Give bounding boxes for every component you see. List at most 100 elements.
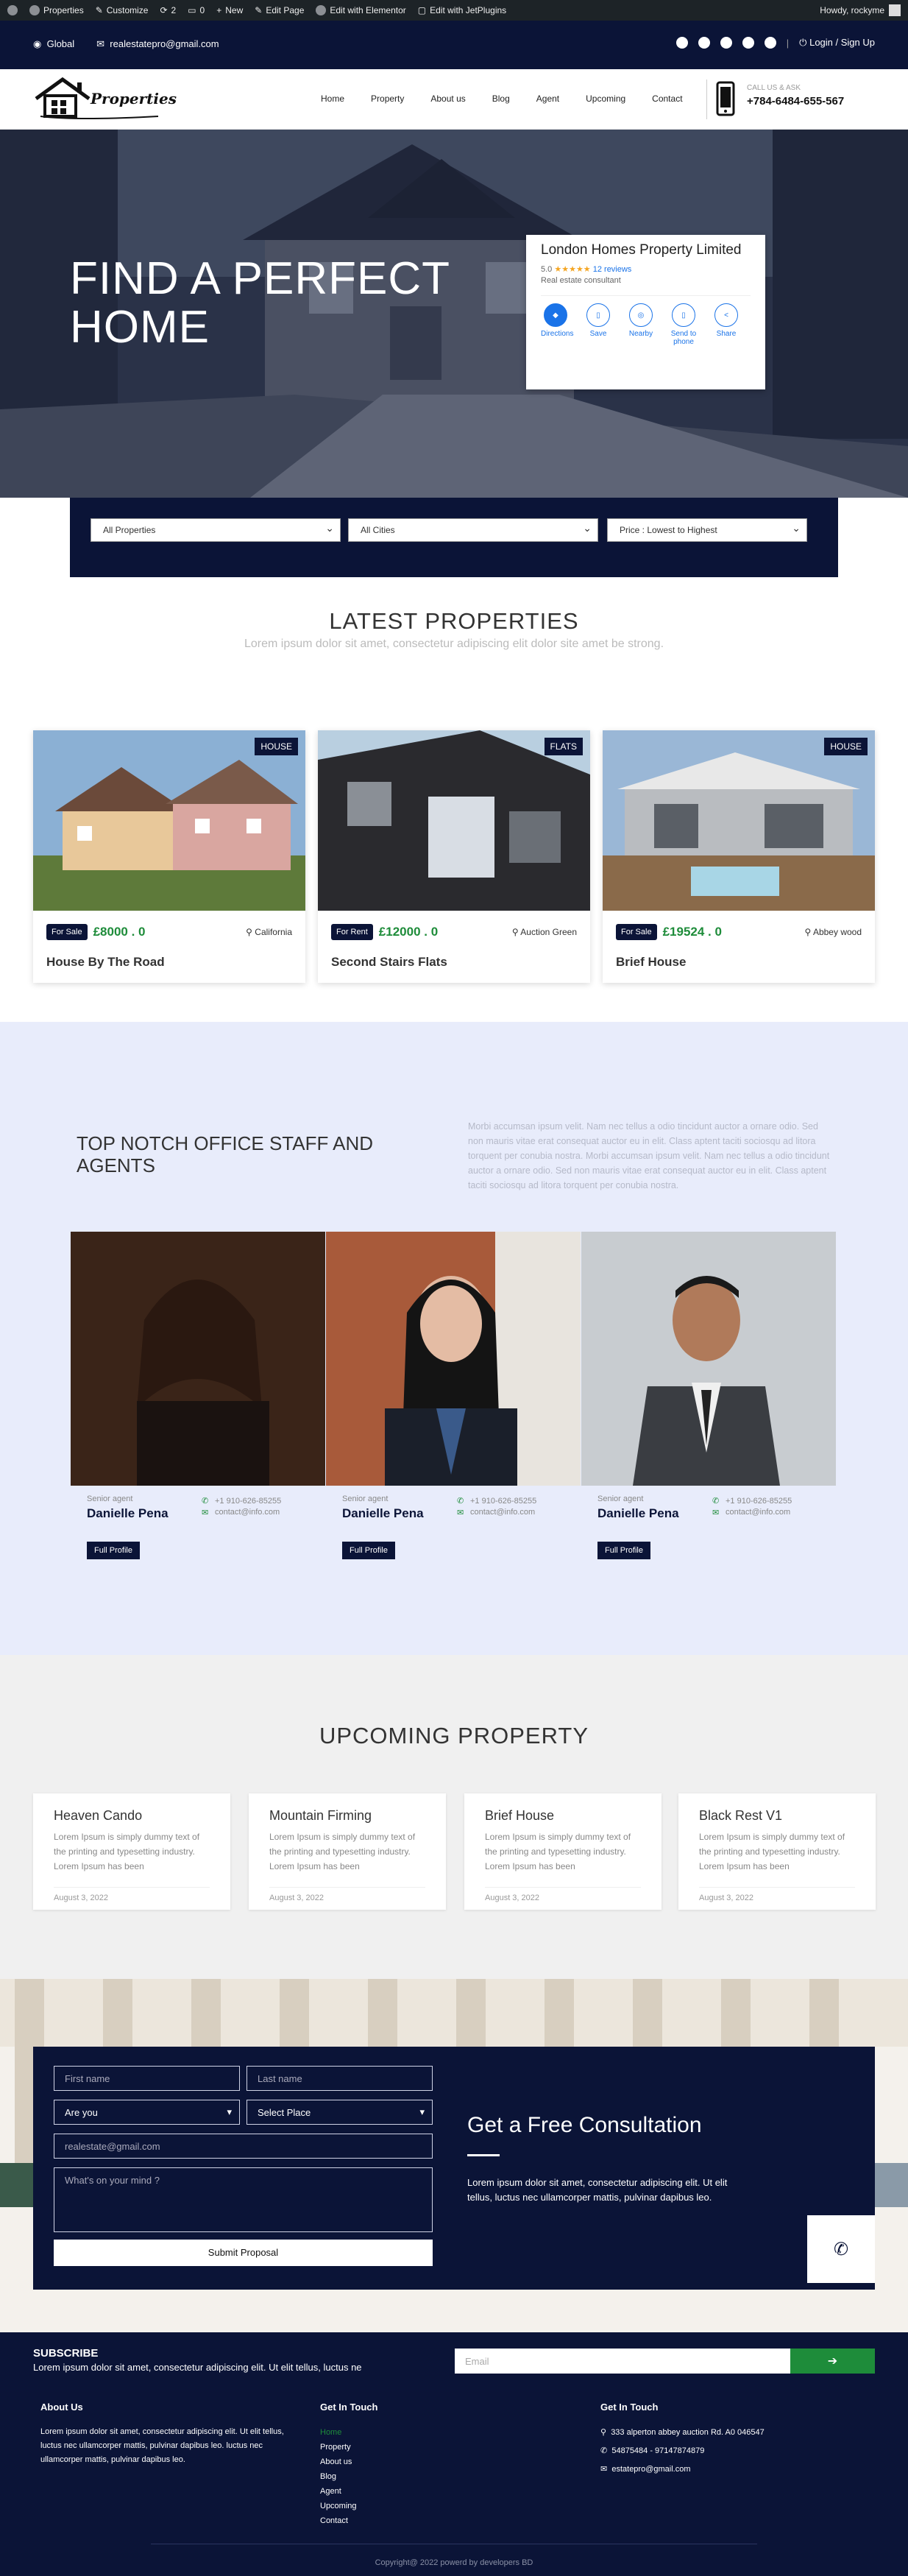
first-name-input[interactable]: First name	[54, 2066, 240, 2091]
call-button[interactable]: ✆	[807, 2215, 875, 2283]
directions-button[interactable]: ◆ Directions	[541, 303, 573, 346]
site-logo[interactable]: Properties	[33, 74, 177, 122]
message-textarea[interactable]: What's on your mind ?	[54, 2167, 433, 2232]
upcoming-date: August 3, 2022	[699, 1887, 855, 1902]
email-link[interactable]: ✉ realestatepro@gmail.com	[96, 38, 219, 50]
footer-link-blog[interactable]: Blog	[320, 2469, 467, 2484]
property-type-select[interactable]: All Properties	[91, 518, 341, 542]
property-name[interactable]: Brief House	[603, 940, 875, 984]
nav-contact[interactable]: Contact	[652, 93, 682, 104]
save-button[interactable]: ▯ Save	[584, 303, 613, 346]
subscribe-text: Lorem ipsum dolor sit amet, consectetur …	[33, 2362, 362, 2373]
reviews-link[interactable]: 12 reviews	[593, 265, 632, 274]
twitter-icon[interactable]	[698, 37, 710, 49]
login-label: Login / Sign Up	[809, 37, 875, 48]
wordpress-icon[interactable]	[7, 5, 18, 15]
admin-comments-link[interactable]: ▭ 0	[188, 5, 205, 15]
footer-link-home[interactable]: Home	[320, 2425, 467, 2440]
email-label: realestatepro@gmail.com	[110, 38, 219, 49]
property-card[interactable]: HOUSE For Sale £8000 . 0 ⚲ California Hous…	[33, 730, 305, 983]
pencil-icon: ✎	[255, 5, 263, 15]
card-rating: 5.0 ★★★★★ 12 reviews	[541, 264, 751, 274]
rating-stars: ★★★★★	[554, 265, 591, 274]
property-type-tag: HOUSE	[824, 738, 868, 755]
property-card[interactable]: HOUSE For Sale £19524 . 0 ⚲ Abbey wood Bri…	[603, 730, 875, 983]
property-card[interactable]: FLATS For Rent £12000 . 0 ⚲ Auction Green …	[318, 730, 590, 983]
phone-icon: ✆	[712, 1497, 720, 1506]
upcoming-card[interactable]: Brief House Lorem Ipsum is simply dummy t…	[464, 1793, 662, 1910]
plus-icon: +	[216, 5, 222, 15]
footer-about-title: About Us	[40, 2402, 83, 2413]
instagram-icon[interactable]	[742, 37, 754, 49]
footer-links-title: Get In Touch	[320, 2402, 378, 2413]
nav-about[interactable]: About us	[430, 93, 465, 104]
phone-icon: ✆	[202, 1497, 209, 1506]
admin-elementor-link[interactable]: Edit with Elementor	[316, 5, 406, 15]
full-profile-button[interactable]: Full Profile	[342, 1542, 395, 1559]
agent-email[interactable]: contact@info.com	[470, 1508, 535, 1517]
city-select[interactable]: All Cities	[348, 518, 598, 542]
nav-blog[interactable]: Blog	[492, 93, 510, 104]
are-you-select[interactable]: Are you	[54, 2100, 240, 2125]
agent-card: Senior agent Danielle Pena ✆ +1 910-626-…	[326, 1232, 581, 1570]
call-box[interactable]: CALL US & ASK +784-6484-655-567	[706, 80, 854, 119]
envelope-icon: ✉	[712, 1508, 720, 1517]
footer-link-property[interactable]: Property	[320, 2440, 467, 2455]
hero-title: FIND A PERFECT HOME	[70, 255, 450, 352]
envelope-icon: ✉	[96, 38, 105, 49]
admin-new-link[interactable]: + New	[216, 5, 243, 15]
price-sort-select[interactable]: Price : Lowest to Highest	[607, 518, 807, 542]
submit-proposal-button[interactable]: Submit Proposal	[54, 2240, 433, 2266]
upcoming-date: August 3, 2022	[485, 1887, 641, 1902]
nav-agent[interactable]: Agent	[536, 93, 559, 104]
nav-home[interactable]: Home	[321, 93, 344, 104]
footer-link-about[interactable]: About us	[320, 2455, 467, 2469]
nav-upcoming[interactable]: Upcoming	[586, 93, 625, 104]
share-button[interactable]: < Share	[712, 303, 741, 346]
place-select[interactable]: Select Place	[246, 2100, 433, 2125]
upcoming-date: August 3, 2022	[54, 1887, 210, 1902]
agent-phone[interactable]: +1 910-626-85255	[215, 1497, 281, 1506]
agent-role: Senior agent	[87, 1495, 133, 1503]
login-link[interactable]: ⏻ Login / Sign Up	[799, 37, 875, 49]
property-name[interactable]: Second Stairs Flats	[318, 940, 590, 984]
admin-jetplugins-link[interactable]: ▢ Edit with JetPlugins	[418, 5, 506, 15]
agent-phone[interactable]: +1 910-626-85255	[726, 1497, 792, 1506]
upcoming-name: Heaven Cando	[54, 1808, 143, 1823]
upcoming-card[interactable]: Heaven Cando Lorem Ipsum is simply dummy …	[33, 1793, 230, 1910]
subscribe-email-input[interactable]: Email	[455, 2349, 790, 2374]
admin-edit-page-link[interactable]: ✎ Edit Page	[255, 5, 304, 15]
last-name-input[interactable]: Last name	[246, 2066, 433, 2091]
card-business-name[interactable]: London Homes Property Limited	[541, 241, 751, 260]
full-profile-button[interactable]: Full Profile	[597, 1542, 650, 1559]
upcoming-card[interactable]: Black Rest V1 Lorem Ipsum is simply dummy…	[678, 1793, 876, 1910]
property-name[interactable]: House By The Road	[33, 940, 305, 984]
mail-icon[interactable]	[764, 37, 776, 49]
card-actions: ◆ Directions ▯ Save ◎ Nearby ▯ Send to phone…	[541, 295, 751, 346]
send-to-phone-button[interactable]: ▯ Send to phone	[669, 303, 698, 346]
subscribe-button[interactable]: ➔	[790, 2349, 875, 2374]
global-link[interactable]: ◉ Global	[33, 38, 74, 50]
upcoming-card[interactable]: Mountain Firming Lorem Ipsum is simply du…	[249, 1793, 446, 1910]
admin-account[interactable]: Howdy, rockyme	[820, 4, 901, 16]
youtube-icon[interactable]	[720, 37, 732, 49]
footer-link-agent[interactable]: Agent	[320, 2484, 467, 2499]
facebook-icon[interactable]	[675, 37, 688, 49]
agent-email[interactable]: contact@info.com	[726, 1508, 790, 1517]
admin-site-link[interactable]: Properties	[29, 5, 84, 15]
agent-email[interactable]: contact@info.com	[215, 1508, 280, 1517]
nearby-button[interactable]: ◎ Nearby	[626, 303, 656, 346]
nav-property[interactable]: Property	[371, 93, 404, 104]
footer-contact-title: Get In Touch	[600, 2402, 659, 2413]
footer-link-upcoming[interactable]: Upcoming	[320, 2499, 467, 2513]
footer-phone[interactable]: 54875484 - 97147874879	[611, 2446, 704, 2455]
admin-customize-link[interactable]: ✎ Customize	[96, 5, 149, 15]
email-input[interactable]: realestate@gmail.com	[54, 2134, 433, 2159]
agent-photo	[71, 1232, 325, 1486]
footer-email[interactable]: estatepro@gmail.com	[611, 2465, 690, 2474]
footer-link-contact[interactable]: Contact	[320, 2513, 467, 2528]
full-profile-button[interactable]: Full Profile	[87, 1542, 140, 1559]
admin-updates-link[interactable]: ⟳ 2	[160, 5, 176, 15]
envelope-icon: ✉	[457, 1508, 464, 1517]
agent-phone[interactable]: +1 910-626-85255	[470, 1497, 536, 1506]
